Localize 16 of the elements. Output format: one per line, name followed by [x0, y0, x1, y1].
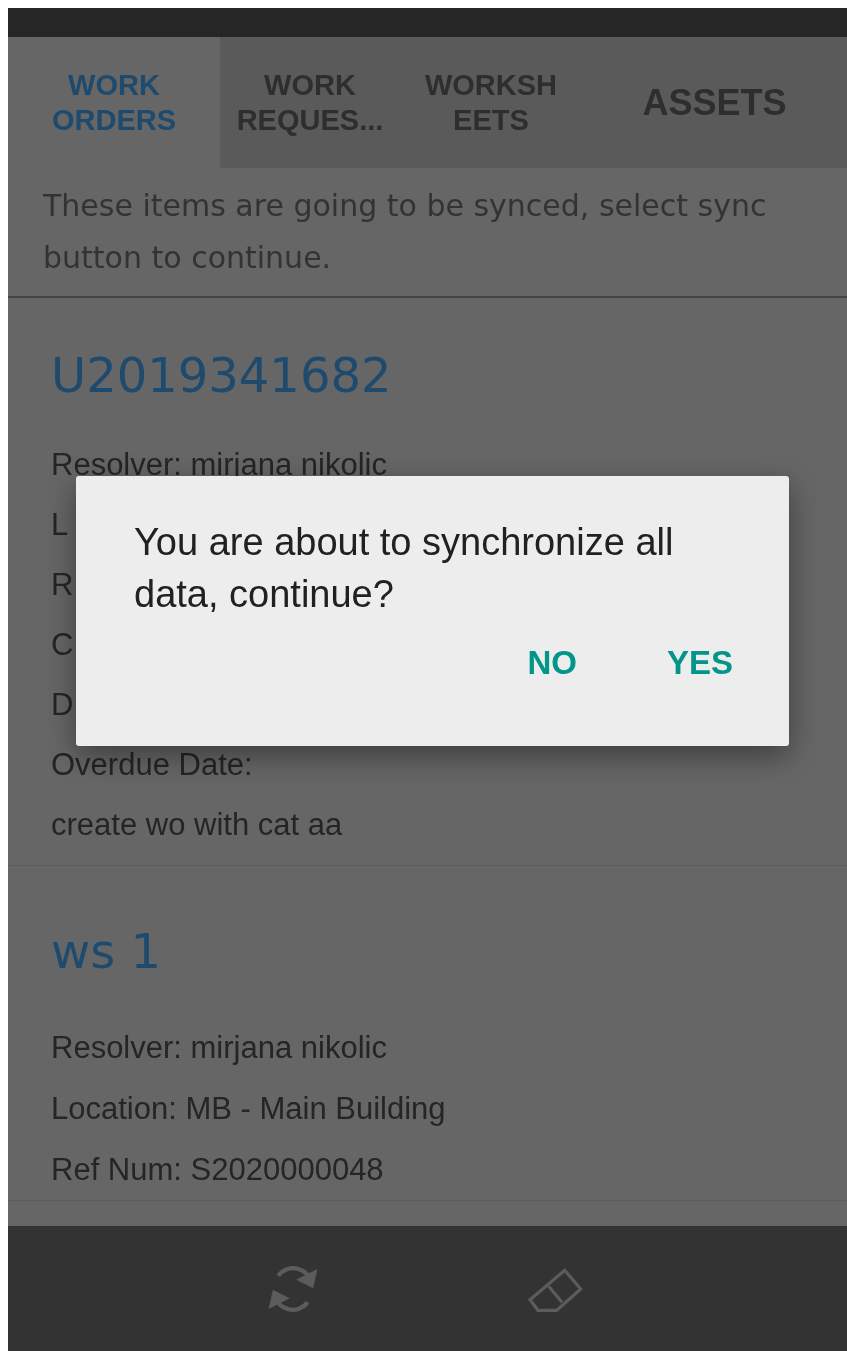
card-field: C: [51, 615, 74, 675]
card-field: Resolver: mirjana nikolic: [51, 1017, 387, 1078]
card-field: Overdue Date:: [51, 735, 253, 795]
card-field: create wo with cat aa: [51, 795, 343, 855]
card-field: Resolver: mirjana nikolic: [51, 435, 387, 495]
card-title: ws 1: [51, 922, 162, 981]
card-field: D: [51, 675, 74, 735]
card-field: R: [51, 555, 74, 615]
card-field: L: [51, 495, 69, 555]
tab[interactable]: WORK ORDERS: [8, 37, 220, 168]
card-field: Location: MB - Main Building: [51, 1078, 446, 1139]
dialog-button[interactable]: YES: [666, 636, 733, 690]
dialog-button[interactable]: NO: [527, 636, 577, 690]
dialog-message: You are about to synchronize all data, continue?: [134, 520, 675, 617]
card-field: Ref Num: S2020000048: [51, 1139, 384, 1200]
card-title: U2019341682: [51, 346, 392, 405]
